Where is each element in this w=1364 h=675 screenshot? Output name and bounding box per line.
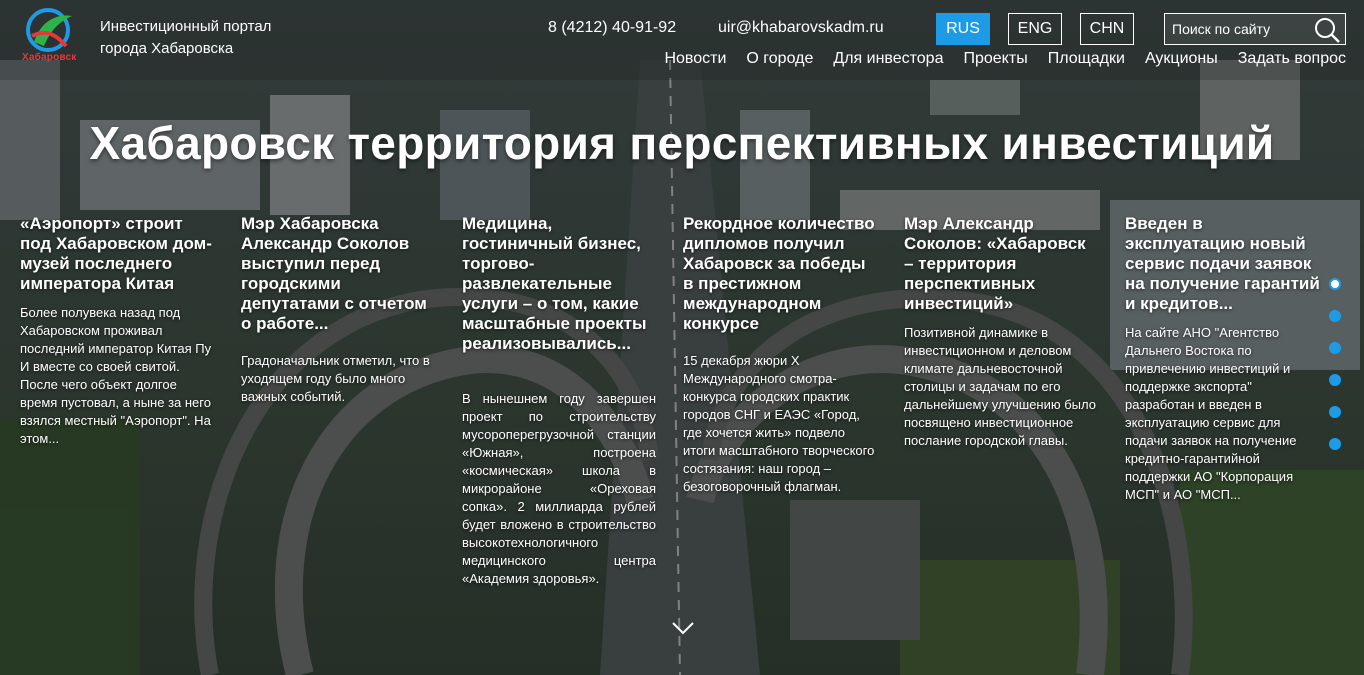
lang-chn-button[interactable]: CHN: [1080, 13, 1134, 45]
pager-dot[interactable]: [1329, 278, 1341, 290]
news-item: «Аэропорт» строит под Хабаровском дом-му…: [20, 214, 214, 448]
lang-eng-button[interactable]: ENG: [1008, 13, 1062, 45]
news-text: 15 декабря жюри X Международного смотра-…: [683, 353, 875, 494]
nav-item-auctions[interactable]: Аукционы: [1145, 50, 1218, 68]
search-icon[interactable]: [1313, 16, 1341, 44]
nav-item-for-investor[interactable]: Для инвестора: [833, 50, 943, 68]
news-title[interactable]: Рекордное количество дипломов получил Ха…: [683, 214, 879, 334]
news-item: Введен в эксплуатацию новый сервис подач…: [1125, 214, 1321, 504]
news-item: Мэр Александр Соколов: «Хабаровск – терр…: [904, 214, 1098, 450]
site-header: Хабаровск Инвестиционный портал города Х…: [0, 0, 1364, 80]
news-text: В нынешнем году завершен проект по строи…: [462, 391, 656, 586]
portal-title[interactable]: Инвестиционный портал города Хабаровска: [100, 16, 271, 60]
nav-item-projects[interactable]: Проекты: [963, 50, 1027, 68]
news-text: Градоначальник отметил, что в уходящем г…: [241, 353, 430, 404]
portal-title-line2: города Хабаровска: [100, 40, 234, 57]
nav-item-about-city[interactable]: О городе: [746, 50, 813, 68]
news-item: Рекордное количество дипломов получил Ха…: [683, 214, 879, 496]
logo-caption: Хабаровск: [22, 52, 77, 63]
news-title[interactable]: Введен в эксплуатацию новый сервис подач…: [1125, 214, 1321, 314]
news-item: Медицина, гостиничный бизнес, торгово-ра…: [462, 214, 656, 588]
lang-rus-button[interactable]: RUS: [936, 13, 990, 45]
chevron-down-icon[interactable]: [671, 620, 695, 636]
pager-dot[interactable]: [1329, 342, 1341, 354]
search-box: [1164, 13, 1346, 45]
pager-dot[interactable]: [1329, 406, 1341, 418]
news-text: На сайте АНО "Агентство Дальнего Востока…: [1125, 325, 1297, 502]
news-title[interactable]: Медицина, гостиничный бизнес, торгово-ра…: [462, 214, 656, 354]
pager-dot[interactable]: [1329, 438, 1341, 450]
search-input[interactable]: [1165, 14, 1310, 44]
news-pager: [1329, 278, 1341, 470]
news-title[interactable]: Мэр Хабаровска Александр Соколов выступи…: [241, 214, 435, 334]
news-text: Позитивной динамике в инвестиционном и д…: [904, 325, 1096, 448]
pager-dot[interactable]: [1329, 374, 1341, 386]
news-title[interactable]: «Аэропорт» строит под Хабаровском дом-му…: [20, 214, 214, 294]
news-item: Мэр Хабаровска Александр Соколов выступи…: [241, 214, 435, 406]
nav-item-sites[interactable]: Площадки: [1048, 50, 1125, 68]
hero-title: Хабаровск территория перспективных инвес…: [89, 117, 1275, 169]
news-title[interactable]: Мэр Александр Соколов: «Хабаровск – терр…: [904, 214, 1098, 314]
phone-number[interactable]: 8 (4212) 40-91-92: [548, 19, 676, 37]
portal-title-line1: Инвестиционный портал: [100, 18, 272, 35]
nav-item-ask-question[interactable]: Задать вопрос: [1238, 50, 1346, 68]
pager-dot[interactable]: [1329, 310, 1341, 322]
email-link[interactable]: uir@khabarovskadm.ru: [718, 19, 884, 37]
nav-item-news[interactable]: Новости: [664, 50, 726, 68]
main-nav: Новости О городе Для инвестора Проекты П…: [664, 50, 1346, 68]
news-text: Более полувека назад под Хабаровском про…: [20, 305, 212, 446]
